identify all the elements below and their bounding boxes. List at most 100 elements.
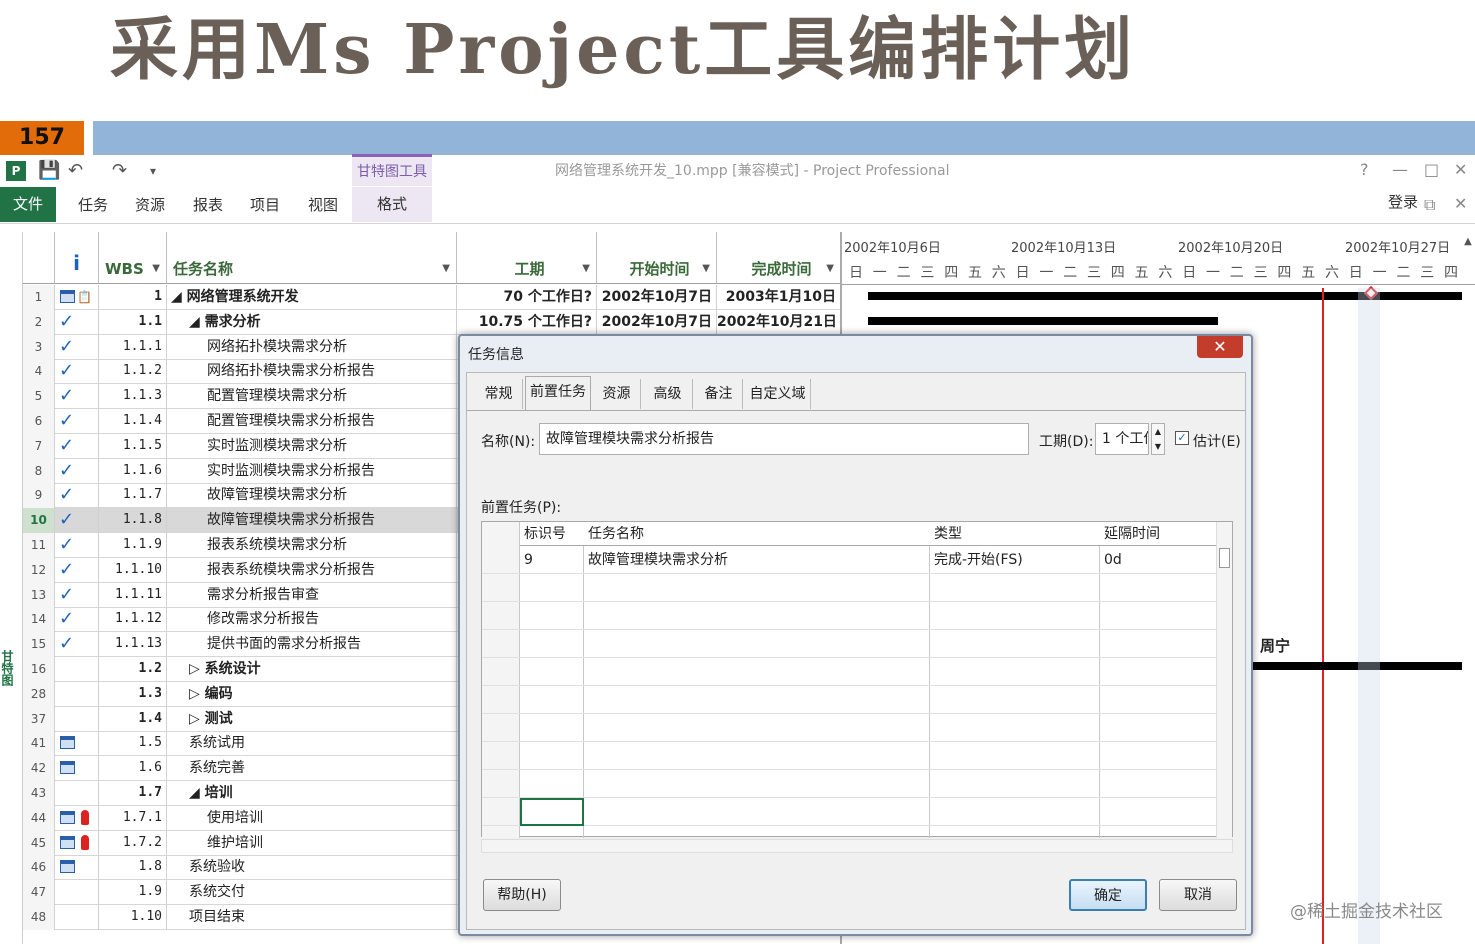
row-id[interactable]: 41: [23, 731, 55, 757]
column-start[interactable]: 开始时间 ▼: [597, 232, 717, 284]
redo-icon[interactable]: ↷: [112, 160, 127, 182]
row-wbs[interactable]: 1.1.4: [99, 409, 167, 434]
row-id[interactable]: 37: [23, 706, 55, 732]
table-row[interactable]: 1 📋 1 ◢ 网络管理系统开发 70 个工作日? 2002年10月7日 2003年1月10…: [23, 285, 841, 310]
row-wbs[interactable]: 1.9: [99, 880, 167, 906]
save-icon[interactable]: 💾: [38, 160, 60, 182]
pred-empty-row[interactable]: [482, 630, 1218, 658]
row-duration[interactable]: 10.75 个工作日?: [457, 309, 597, 335]
dialog-close-button[interactable]: ✕: [1197, 336, 1243, 358]
row-id[interactable]: 9: [23, 483, 55, 509]
row-task-name[interactable]: 网络拓扑模块需求分析报告: [167, 359, 457, 385]
help-button[interactable]: 帮助(H): [483, 879, 561, 911]
row-id[interactable]: 43: [23, 781, 55, 806]
row-wbs[interactable]: 1.8: [99, 855, 167, 881]
row-wbs[interactable]: 1.1.13: [99, 632, 167, 658]
row-start[interactable]: 2002年10月7日: [597, 309, 717, 335]
row-task-name[interactable]: 系统完善: [167, 756, 457, 782]
row-wbs[interactable]: 1.5: [99, 731, 167, 757]
pred-empty-row[interactable]: [482, 574, 1218, 602]
row-task-name[interactable]: 系统试用: [167, 731, 457, 757]
row-duration[interactable]: 70 个工作日?: [457, 285, 597, 310]
row-wbs[interactable]: 1.7: [99, 781, 167, 806]
tab-task[interactable]: 任务: [78, 194, 108, 215]
row-id[interactable]: 13: [23, 582, 55, 608]
row-id[interactable]: 44: [23, 805, 55, 831]
tab-report[interactable]: 报表: [193, 194, 223, 215]
row-wbs[interactable]: 1.10: [99, 905, 167, 930]
estimated-checkbox[interactable]: ✓: [1175, 431, 1189, 445]
duration-spinner[interactable]: ▲ ▼: [1151, 423, 1165, 455]
row-id[interactable]: 10: [23, 508, 55, 534]
duration-field[interactable]: 1 个工作: [1095, 423, 1149, 455]
pred-cell-id[interactable]: 9: [520, 546, 533, 574]
tab-view[interactable]: 视图: [308, 194, 338, 215]
row-task-name[interactable]: ◢ 培训: [167, 781, 457, 806]
row-wbs[interactable]: 1.6: [99, 756, 167, 782]
pred-empty-row[interactable]: [482, 798, 1218, 826]
column-duration[interactable]: 工期 ▼: [457, 232, 597, 284]
pred-empty-row[interactable]: [482, 714, 1218, 742]
row-task-name[interactable]: ▷ 系统设计: [167, 657, 457, 682]
login-link[interactable]: 登录: [1388, 191, 1418, 212]
row-task-name[interactable]: 配置管理模块需求分析报告: [167, 409, 457, 434]
pred-empty-row[interactable]: [482, 770, 1218, 798]
pred-empty-row[interactable]: [482, 686, 1218, 714]
row-task-name[interactable]: 系统验收: [167, 855, 457, 881]
tab-project[interactable]: 项目: [250, 194, 280, 215]
info-icon[interactable]: i: [55, 232, 99, 284]
row-task-name[interactable]: ◢ 需求分析: [167, 309, 457, 335]
row-task-name[interactable]: 配置管理模块需求分析: [167, 384, 457, 410]
row-wbs[interactable]: 1.1.2: [99, 359, 167, 385]
tab-format[interactable]: 格式: [352, 187, 432, 222]
row-task-name[interactable]: 维护培训: [167, 830, 457, 856]
predecessors-table[interactable]: 标识号 任务名称 类型 延隔时间 9 故障管理模块需求分析 完成-开始(FS) …: [481, 521, 1233, 838]
gantt-summary-bar-training[interactable]: [1252, 662, 1462, 670]
row-id[interactable]: 42: [23, 756, 55, 782]
row-id[interactable]: 45: [23, 830, 55, 856]
row-task-name[interactable]: ▷ 测试: [167, 706, 457, 732]
row-wbs[interactable]: 1.1.1: [99, 334, 167, 360]
column-wbs[interactable]: WBS ▼: [99, 232, 167, 284]
row-task-name[interactable]: 故障管理模块需求分析: [167, 483, 457, 509]
gantt-summary-bar-requirements[interactable]: [868, 317, 1218, 325]
pred-empty-row[interactable]: [482, 658, 1218, 686]
table-row[interactable]: 2 ✓ 1.1 ◢ 需求分析 10.75 个工作日? 2002年10月7日 2002年10月…: [23, 309, 841, 335]
cancel-button[interactable]: 取消: [1159, 879, 1237, 911]
scrollbar-thumb[interactable]: [1219, 548, 1230, 568]
row-id[interactable]: 48: [23, 905, 55, 930]
row-id[interactable]: 2: [23, 309, 55, 335]
row-task-name[interactable]: 修改需求分析报告: [167, 607, 457, 633]
pred-vertical-scrollbar[interactable]: [1216, 522, 1232, 838]
ok-button[interactable]: 确定: [1069, 879, 1147, 911]
row-id[interactable]: 16: [23, 657, 55, 682]
row-id[interactable]: 12: [23, 557, 55, 583]
tab-predecessors[interactable]: 前置任务: [525, 376, 591, 410]
row-id[interactable]: 28: [23, 681, 55, 707]
row-wbs[interactable]: 1.2: [99, 657, 167, 682]
tab-notes[interactable]: 备注: [695, 379, 743, 409]
row-wbs[interactable]: 1.7.2: [99, 830, 167, 856]
row-finish[interactable]: 2002年10月21日: [717, 309, 841, 335]
row-id[interactable]: 1: [23, 285, 55, 310]
row-id[interactable]: 8: [23, 458, 55, 484]
column-task-name[interactable]: 任务名称 ▼: [167, 232, 457, 284]
row-task-name[interactable]: 实时监测模块需求分析报告: [167, 458, 457, 484]
row-id[interactable]: 46: [23, 855, 55, 881]
row-wbs[interactable]: 1.4: [99, 706, 167, 732]
row-id[interactable]: 11: [23, 533, 55, 558]
row-wbs[interactable]: 1.1.7: [99, 483, 167, 509]
row-task-name[interactable]: 使用培训: [167, 805, 457, 831]
pred-cell-lag[interactable]: 0d: [1100, 546, 1122, 574]
customize-toolbar-icon[interactable]: ▾: [150, 160, 156, 182]
column-finish[interactable]: 完成时间 ▼: [717, 232, 841, 284]
help-icon[interactable]: ?: [1360, 160, 1369, 179]
row-wbs[interactable]: 1.7.1: [99, 805, 167, 831]
row-task-name[interactable]: 系统交付: [167, 880, 457, 906]
row-id[interactable]: 14: [23, 607, 55, 633]
restore-icon[interactable]: □: [1424, 160, 1439, 179]
row-wbs[interactable]: 1.1.12: [99, 607, 167, 633]
row-wbs[interactable]: 1.1.11: [99, 582, 167, 608]
ribbon-restore-icon[interactable]: ⧉: [1424, 195, 1435, 215]
row-wbs[interactable]: 1: [99, 285, 167, 310]
